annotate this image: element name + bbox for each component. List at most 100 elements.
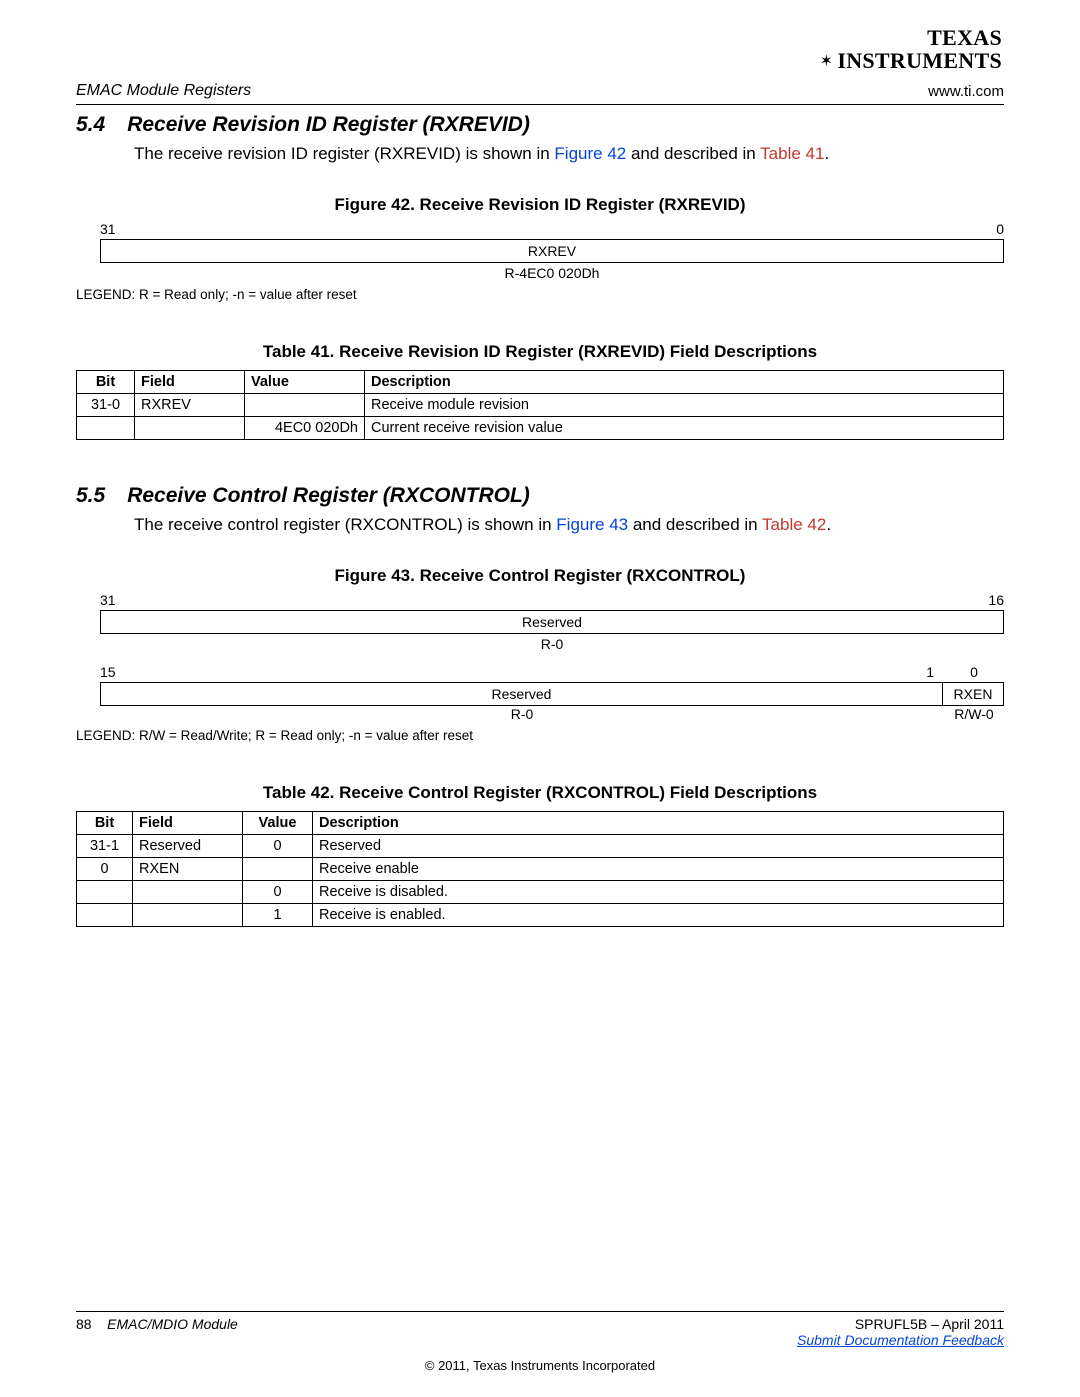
th-value: Value bbox=[243, 812, 313, 835]
td-value: 1 bbox=[243, 904, 313, 927]
section-5-4-number: 5.4 bbox=[76, 113, 105, 136]
section-5-5-title: Receive Control Register (RXCONTROL) bbox=[127, 484, 530, 507]
footer-rule bbox=[76, 1311, 1004, 1312]
td-value: 0 bbox=[243, 881, 313, 904]
th-desc: Description bbox=[365, 371, 1004, 394]
running-left: EMAC Module Registers bbox=[76, 82, 251, 100]
bit-label-31: 31 bbox=[100, 221, 116, 237]
bit-label-0: 0 bbox=[996, 221, 1004, 237]
table-row: 31-0 RXREV Receive module revision bbox=[77, 394, 1004, 417]
table-42-caption: Table 42. Receive Control Register (RXCO… bbox=[76, 783, 1004, 803]
section-5-5-heading: 5.5 Receive Control Register (RXCONTROL) bbox=[76, 484, 1004, 508]
table-42-link[interactable]: Table 42 bbox=[762, 515, 826, 534]
figure-43-caption: Figure 43. Receive Control Register (RXC… bbox=[76, 566, 1004, 586]
para-text: . bbox=[826, 515, 831, 534]
figure-42-caption: Figure 42. Receive Revision ID Register … bbox=[76, 195, 1004, 215]
footer-document-id: SPRUFL5B – April 2011 bbox=[855, 1316, 1004, 1332]
td-field bbox=[133, 881, 243, 904]
td-bit: 31-0 bbox=[77, 394, 135, 417]
td-bit bbox=[77, 881, 133, 904]
table-row: Bit Field Value Description bbox=[77, 812, 1004, 835]
table-41-link[interactable]: Table 41 bbox=[760, 144, 824, 163]
table-41: Bit Field Value Description 31-0 RXREV R… bbox=[76, 370, 1004, 440]
td-desc: Receive enable bbox=[313, 858, 1004, 881]
td-field bbox=[135, 417, 245, 440]
td-bit: 0 bbox=[77, 858, 133, 881]
table-42: Bit Field Value Description 31-1 Reserve… bbox=[76, 811, 1004, 927]
bit-label-15: 15 bbox=[100, 664, 116, 680]
td-value: 0 bbox=[243, 835, 313, 858]
th-desc: Description bbox=[313, 812, 1004, 835]
table-row: Bit Field Value Description bbox=[77, 371, 1004, 394]
td-value bbox=[245, 394, 365, 417]
brand-logo: ✶ TEXASINSTRUMENTS bbox=[76, 20, 1004, 76]
td-desc: Reserved bbox=[313, 835, 1004, 858]
td-value bbox=[243, 858, 313, 881]
td-field: Reserved bbox=[133, 835, 243, 858]
table-row: 31-1 Reserved 0 Reserved bbox=[77, 835, 1004, 858]
ti-logo-icon: ✶ bbox=[820, 54, 834, 71]
table-41-caption: Table 41. Receive Revision ID Register (… bbox=[76, 342, 1004, 362]
figure-43-legend: LEGEND: R/W = Read/Write; R = Read only;… bbox=[76, 728, 1004, 743]
td-desc: Receive module revision bbox=[365, 394, 1004, 417]
section-5-5-number: 5.5 bbox=[76, 484, 105, 507]
table-row: 0 Receive is disabled. bbox=[77, 881, 1004, 904]
para-text: and described in bbox=[626, 144, 760, 163]
td-desc: Current receive revision value bbox=[365, 417, 1004, 440]
para-text: . bbox=[824, 144, 829, 163]
legend-text: LEGEND: R/W = Read/Write; R = Read only;… bbox=[76, 728, 473, 743]
th-bit: Bit bbox=[77, 371, 135, 394]
th-field: Field bbox=[133, 812, 243, 835]
section-5-5-paragraph: The receive control register (RXCONTROL)… bbox=[134, 514, 1004, 536]
figure-43-row2-resets: R-0 R/W-0 bbox=[100, 706, 1004, 722]
bit-label-1: 1 bbox=[926, 664, 934, 680]
figure-43-link[interactable]: Figure 43 bbox=[556, 515, 628, 534]
page-footer: 88 EMAC/MDIO Module SPRUFL5B – April 201… bbox=[76, 1311, 1004, 1373]
figure-43-row2-reset-l: R-0 bbox=[100, 706, 944, 722]
td-field bbox=[133, 904, 243, 927]
footer-copyright: © 2011, Texas Instruments Incorporated bbox=[76, 1358, 1004, 1373]
legend-text: LEGEND: R = Read only; -n = value after … bbox=[76, 287, 357, 302]
bit-label-16: 16 bbox=[988, 592, 1004, 608]
figure-43-row2-rxen: RXEN bbox=[943, 682, 1004, 706]
para-text: The receive revision ID register (RXREVI… bbox=[134, 144, 554, 163]
td-bit: 31-1 bbox=[77, 835, 133, 858]
section-5-4-title: Receive Revision ID Register (RXREVID) bbox=[127, 113, 530, 136]
bit-label-31: 31 bbox=[100, 592, 116, 608]
header-rule bbox=[76, 104, 1004, 105]
figure-43-row1-field: Reserved bbox=[100, 610, 1004, 634]
td-field: RXEN bbox=[133, 858, 243, 881]
footer-module: EMAC/MDIO Module bbox=[107, 1316, 238, 1332]
table-row: 0 RXEN Receive enable bbox=[77, 858, 1004, 881]
section-5-4-heading: 5.4 Receive Revision ID Register (RXREVID… bbox=[76, 113, 1004, 137]
th-value: Value bbox=[245, 371, 365, 394]
figure-42-link[interactable]: Figure 42 bbox=[554, 144, 626, 163]
td-field: RXREV bbox=[135, 394, 245, 417]
section-5-4-paragraph: The receive revision ID register (RXREVI… bbox=[134, 143, 1004, 165]
table-row: 4EC0 020Dh Current receive revision valu… bbox=[77, 417, 1004, 440]
figure-42-field-box: RXREV bbox=[100, 239, 1004, 263]
para-text: and described in bbox=[628, 515, 762, 534]
para-text: The receive control register (RXCONTROL)… bbox=[134, 515, 556, 534]
brand-line2: INSTRUMENTS bbox=[837, 48, 1002, 73]
footer-page-number: 88 bbox=[76, 1316, 92, 1332]
figure-43-row2-fields: Reserved RXEN bbox=[100, 682, 1004, 706]
td-bit bbox=[77, 904, 133, 927]
th-field: Field bbox=[135, 371, 245, 394]
bit-label-0: 0 bbox=[944, 664, 1004, 680]
td-desc: Receive is disabled. bbox=[313, 881, 1004, 904]
figure-43-row2-reset-r: R/W-0 bbox=[944, 706, 1004, 722]
td-value: 4EC0 020Dh bbox=[245, 417, 365, 440]
td-bit bbox=[77, 417, 135, 440]
figure-43-row1-reset: R-0 bbox=[100, 636, 1004, 652]
running-right: www.ti.com bbox=[928, 83, 1004, 100]
submit-feedback-link[interactable]: Submit Documentation Feedback bbox=[797, 1332, 1004, 1348]
figure-42-bit-labels: 31 0 bbox=[100, 221, 1004, 237]
figure-42-reset: R-4EC0 020Dh bbox=[100, 265, 1004, 281]
brand-line1: TEXAS bbox=[927, 25, 1002, 50]
figure-42-legend: LEGEND: R = Read only; -n = value after … bbox=[76, 287, 1004, 302]
running-header: EMAC Module Registers www.ti.com bbox=[76, 82, 1004, 100]
figure-43-bits-row2: 15 1 0 bbox=[100, 664, 1004, 680]
th-bit: Bit bbox=[77, 812, 133, 835]
figure-43-row2-reserved: Reserved bbox=[100, 682, 943, 706]
